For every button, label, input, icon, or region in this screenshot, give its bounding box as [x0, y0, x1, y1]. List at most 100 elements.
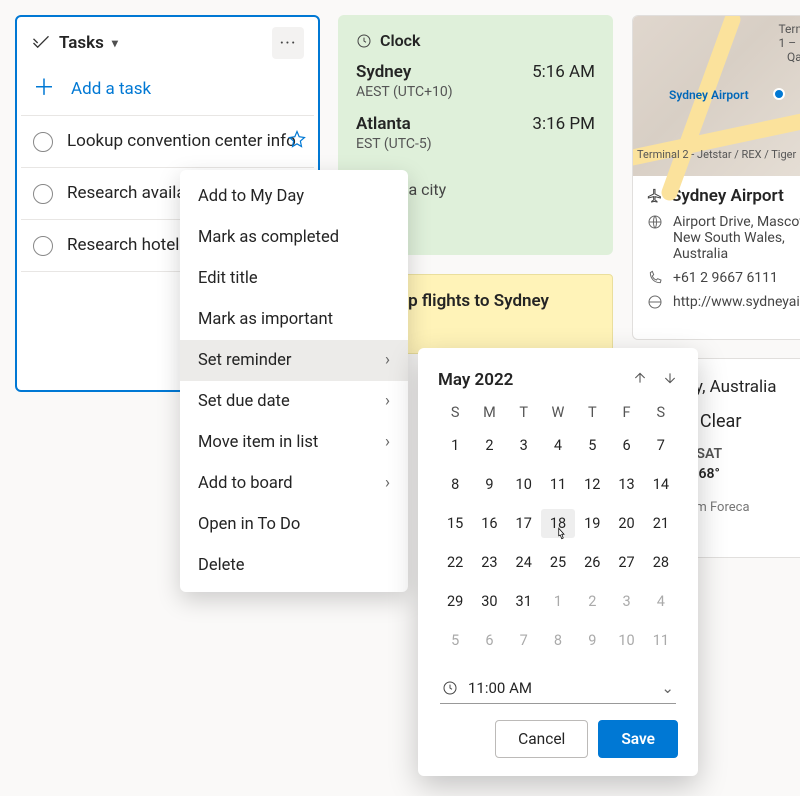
calendar-day[interactable]: 3 [507, 431, 541, 460]
globe-clock-icon [356, 33, 372, 49]
reminder-time-row[interactable]: 11:00 AM ⌄ [440, 673, 676, 704]
calendar-day[interactable]: 9 [472, 470, 506, 499]
calendar-day[interactable]: 12 [575, 470, 609, 499]
context-menu-label: Set reminder [198, 351, 291, 370]
calendar-day[interactable]: 20 [609, 509, 643, 538]
calendar-day[interactable]: 1 [438, 431, 472, 460]
calendar-day[interactable]: 11 [541, 470, 575, 499]
calendar-day[interactable]: 28 [644, 548, 678, 577]
calendar-day[interactable]: 11 [644, 626, 678, 655]
map-label: Terminal1 – [778, 22, 800, 50]
save-button[interactable]: Save [598, 720, 678, 758]
calendar-day[interactable]: 21 [644, 509, 678, 538]
calendar-header: May 2022 [438, 370, 678, 390]
calendar-weekday-label: S [438, 404, 472, 421]
chevron-right-icon: › [385, 474, 390, 493]
more-button[interactable]: ··· [272, 27, 304, 59]
clock-city-row: Atlanta 3:16 PM EST (UTC-5) [356, 114, 595, 152]
calendar-prev-button[interactable] [632, 370, 648, 390]
calendar-day[interactable]: 25 [541, 548, 575, 577]
context-menu-item[interactable]: Mark as important [180, 299, 408, 340]
star-icon[interactable] [288, 130, 306, 155]
chevron-right-icon: › [385, 351, 390, 370]
calendar-day[interactable]: 6 [472, 626, 506, 655]
calendar-day[interactable]: 26 [575, 548, 609, 577]
place-url-row[interactable]: http://www.sydneyairport.com.au [647, 294, 800, 310]
tasks-header: Tasks ▾ ··· [17, 17, 318, 65]
place-address-row: Airport Drive, Mascot, New South Wales, … [647, 214, 800, 262]
context-menu-label: Add to My Day [198, 187, 304, 206]
context-menu-label: Add to board [198, 474, 293, 493]
context-menu-item[interactable]: Add to My Day [180, 176, 408, 217]
chevron-down-icon: ⌄ [661, 679, 674, 697]
calendar-day[interactable]: 30 [472, 587, 506, 616]
calendar-day[interactable]: 19 [575, 509, 609, 538]
calendar-day[interactable]: 10 [507, 470, 541, 499]
place-title: Sydney Airport [671, 186, 784, 206]
context-menu-item[interactable]: Set reminder › [180, 340, 408, 381]
calendar-nav [632, 370, 678, 390]
calendar-day[interactable]: 24 [507, 548, 541, 577]
calendar-day[interactable]: 4 [541, 431, 575, 460]
context-menu-item[interactable]: Add to board › [180, 463, 408, 504]
context-menu-item[interactable]: Edit title [180, 258, 408, 299]
calendar-day[interactable]: 16 [472, 509, 506, 538]
chevron-right-icon: › [385, 392, 390, 411]
calendar-day[interactable]: 10 [609, 626, 643, 655]
calendar-day[interactable]: 8 [438, 470, 472, 499]
calendar-day[interactable]: 13 [609, 470, 643, 499]
weather-now-cond: Clear [700, 411, 742, 432]
context-menu-label: Mark as completed [198, 228, 339, 247]
calendar-day[interactable]: 5 [575, 431, 609, 460]
calendar-weekday-label: T [507, 404, 541, 421]
map-label: Terminal 2 - Jetstar / REX / Tiger [637, 148, 796, 161]
add-task-label: Add a task [71, 79, 151, 99]
place-body: Sydney Airport Airport Drive, Mascot, Ne… [633, 176, 800, 320]
calendar-day[interactable]: 14 [644, 470, 678, 499]
calendar-day[interactable]: 7 [644, 431, 678, 460]
task-checkbox[interactable] [33, 132, 53, 152]
calendar-day[interactable]: 31 [507, 587, 541, 616]
context-menu-item[interactable]: Open in To Do [180, 504, 408, 545]
add-task-row[interactable]: ＋ Add a task [17, 65, 318, 115]
calendar-day[interactable]: 18 [541, 509, 575, 538]
calendar-day[interactable]: 29 [438, 587, 472, 616]
calendar-day[interactable]: 27 [609, 548, 643, 577]
calendar-weekday-label: W [541, 404, 575, 421]
calendar-weekday-label: S [644, 404, 678, 421]
map-image[interactable]: Terminal1 – Qantas Sydney Airport Termin… [633, 16, 800, 176]
calendar-title: May 2022 [438, 370, 513, 390]
task-context-menu: Add to My Day Mark as completed Edit title… [180, 170, 408, 592]
task-checkbox[interactable] [33, 236, 53, 256]
reminder-calendar-popup: May 2022 SMTWTFS123456789101112131415161… [418, 348, 698, 776]
context-menu-item[interactable]: Move item in list› [180, 422, 408, 463]
context-menu-item[interactable]: Set due date› [180, 381, 408, 422]
reminder-time-value: 11:00 AM [468, 679, 532, 697]
calendar-day[interactable]: 3 [609, 587, 643, 616]
place-phone: +61 2 9667 6111 [673, 270, 778, 286]
cancel-button[interactable]: Cancel [495, 720, 588, 758]
task-item[interactable]: Lookup convention center info [21, 115, 314, 167]
map-label: Qantas [787, 50, 800, 64]
calendar-day[interactable]: 8 [541, 626, 575, 655]
task-checkbox[interactable] [33, 184, 53, 204]
calendar-day[interactable]: 2 [575, 587, 609, 616]
tasks-title-group[interactable]: Tasks ▾ [31, 33, 118, 53]
calendar-day[interactable]: 15 [438, 509, 472, 538]
context-menu-item[interactable]: Mark as completed [180, 217, 408, 258]
calendar-day[interactable]: 5 [438, 626, 472, 655]
calendar-day[interactable]: 6 [609, 431, 643, 460]
calendar-day[interactable]: 17 [507, 509, 541, 538]
calendar-day[interactable]: 2 [472, 431, 506, 460]
calendar-next-button[interactable] [662, 370, 678, 390]
phone-icon [647, 270, 663, 286]
calendar-day[interactable]: 9 [575, 626, 609, 655]
calendar-day[interactable]: 23 [472, 548, 506, 577]
calendar-day[interactable]: 7 [507, 626, 541, 655]
calendar-day[interactable]: 4 [644, 587, 678, 616]
context-menu-item[interactable]: Delete [180, 545, 408, 586]
calendar-day[interactable]: 22 [438, 548, 472, 577]
calendar-day[interactable]: 1 [541, 587, 575, 616]
calendar-grid: SMTWTFS123456789101112131415161718192021… [438, 404, 678, 655]
calendar-weekday-label: F [609, 404, 643, 421]
